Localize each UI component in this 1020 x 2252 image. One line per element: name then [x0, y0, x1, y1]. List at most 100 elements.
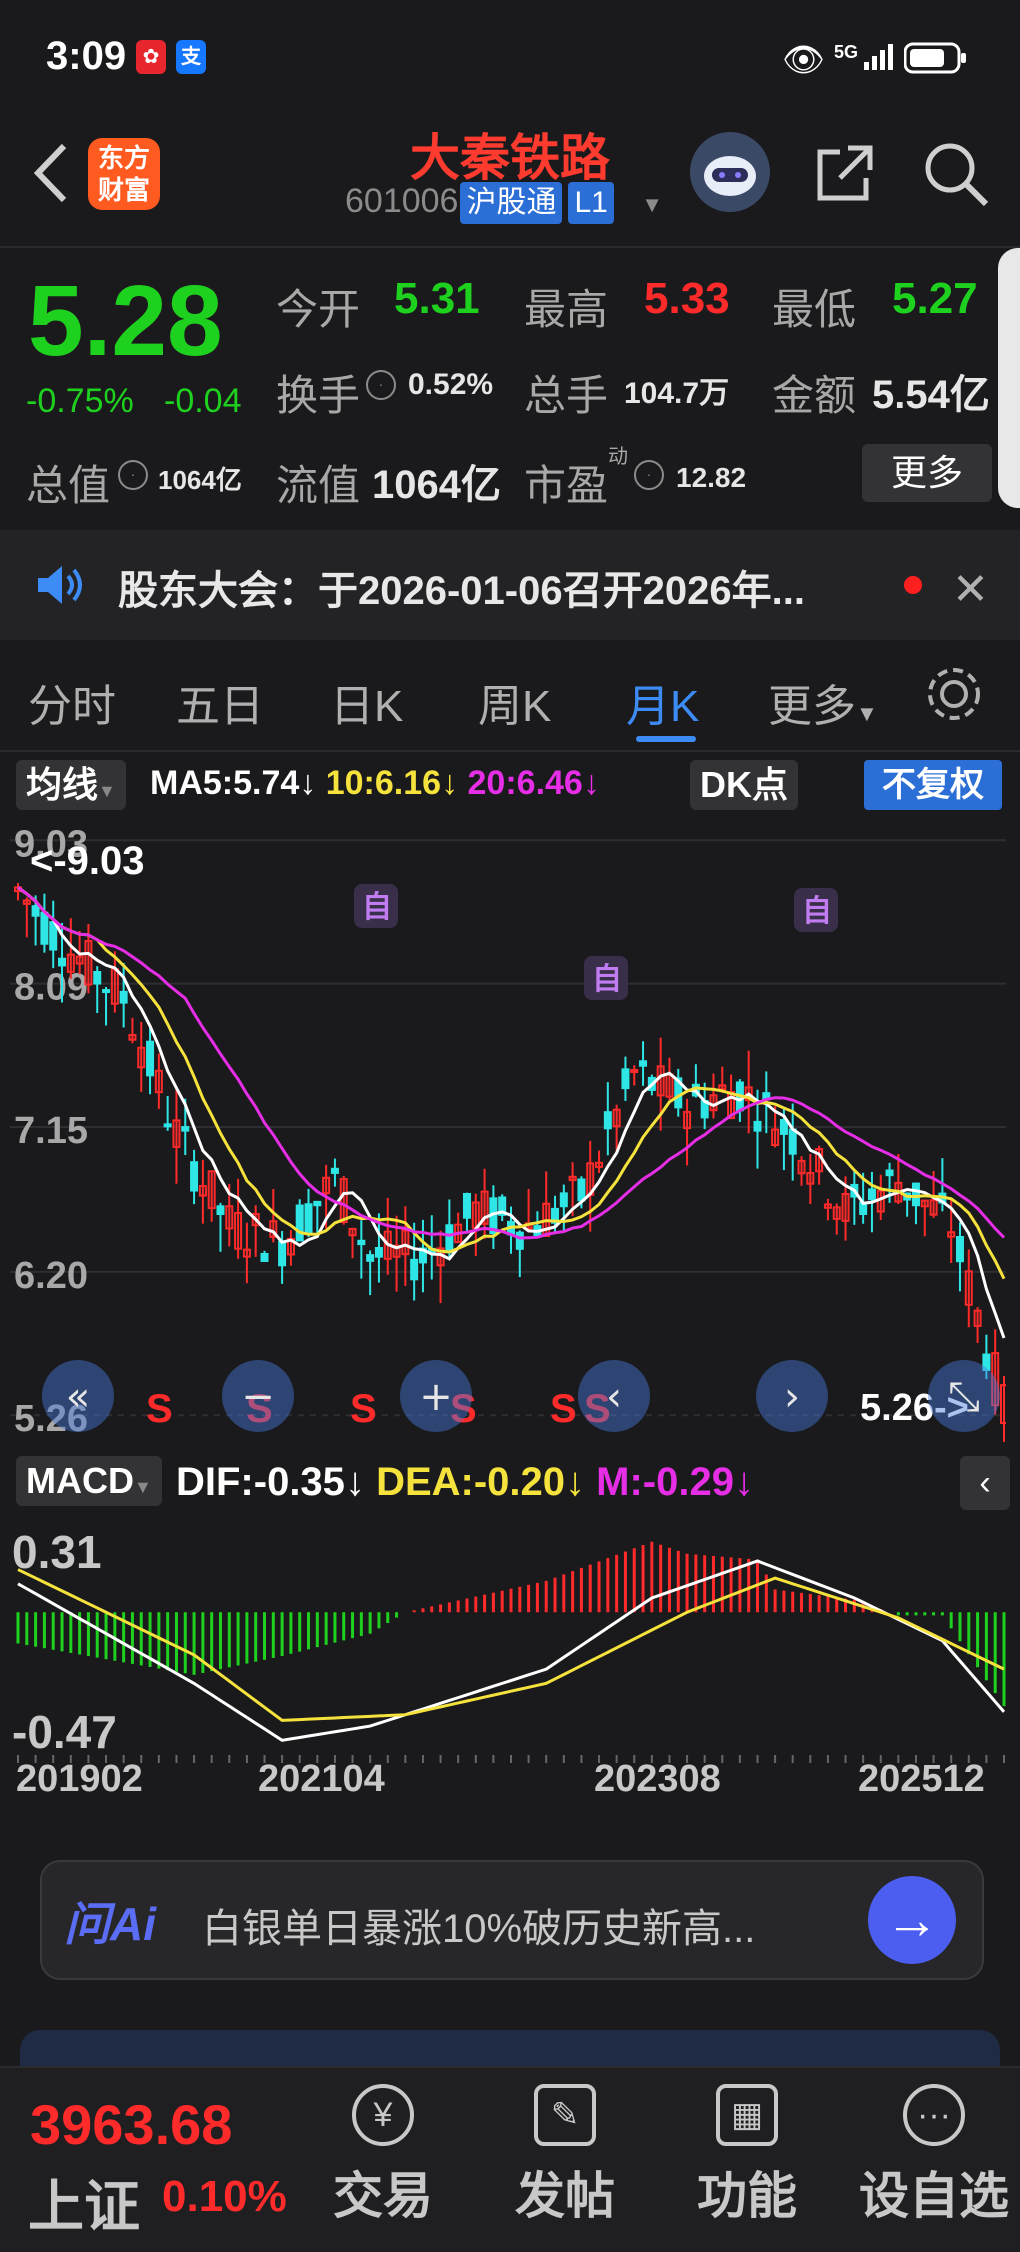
candle-body: [366, 1254, 375, 1262]
svg-text:‹: ‹: [606, 1374, 622, 1420]
zi-marker: 自: [802, 895, 832, 928]
nav-trade[interactable]: ¥ 交易: [308, 2084, 458, 2228]
candle-body: [278, 1240, 287, 1267]
side-drawer-handle[interactable]: [998, 248, 1020, 508]
y-tick-label: 8.09: [14, 967, 88, 1009]
macd-values: DIF:-0.35↓ DEA:-0.20↓ M:-0.29↓: [176, 1460, 754, 1505]
tab-wuri[interactable]: 五日: [176, 670, 264, 734]
macd-selector-label: MACD: [26, 1460, 134, 1501]
x-tick-label: 202104: [258, 1758, 385, 1800]
search-icon[interactable]: [920, 138, 992, 210]
more-quote-button[interactable]: 更多: [862, 444, 992, 502]
change-pct: -0.75%: [26, 382, 134, 420]
info-icon[interactable]: ·: [634, 460, 664, 490]
open-value: 5.31: [394, 274, 480, 323]
macd-y-label: 0.31: [12, 1526, 102, 1578]
candle-body: [955, 1236, 964, 1263]
dk-button[interactable]: DK点: [690, 760, 798, 810]
zoom-in-icon[interactable]: +: [400, 1360, 472, 1432]
ma5-value: MA5:5.74: [150, 764, 300, 802]
scroll-left-icon[interactable]: ‹: [578, 1360, 650, 1432]
chevron-down-icon: ▼: [856, 701, 878, 726]
share-icon[interactable]: [810, 138, 880, 208]
y-tick-label: 7.15: [14, 1110, 88, 1152]
candle-body: [93, 970, 102, 985]
zoom-out-far-icon[interactable]: «: [42, 1360, 114, 1432]
close-icon[interactable]: ✕: [952, 564, 989, 615]
collapse-chevron-icon[interactable]: ‹: [960, 1456, 1010, 1510]
tab-zhouk[interactable]: 周K: [478, 670, 551, 734]
candle-body: [911, 1182, 920, 1207]
s-signal-marker: S: [146, 1387, 173, 1431]
candle-body: [304, 1203, 313, 1234]
scroll-right-icon[interactable]: ›: [756, 1360, 828, 1432]
signal-icon: [862, 42, 896, 72]
tab-yuek[interactable]: 月K: [626, 670, 699, 734]
ma-values: MA5:5.74↓ 10:6.16↓ 20:6.46↓: [150, 764, 600, 803]
expand-icon[interactable]: ⤡: [928, 1360, 1000, 1432]
float-value: 1064亿: [372, 463, 501, 507]
pe-sup: 动: [608, 446, 628, 468]
info-icon[interactable]: ·: [366, 370, 396, 400]
turnover-label: 换手: [276, 372, 361, 419]
nav-post-label: 发帖: [515, 2168, 615, 2224]
zi-marker: 自: [592, 963, 622, 996]
candle-body: [885, 1169, 894, 1177]
settings-gear-icon[interactable]: [924, 664, 984, 724]
nav-functions[interactable]: ▦ 功能: [672, 2084, 822, 2228]
index-ticker[interactable]: 3963.68 上证 0.10%: [0, 2068, 300, 2252]
candle-body: [445, 1224, 454, 1254]
candle-body: [330, 1167, 339, 1174]
pe-value: 12.82: [676, 462, 747, 493]
edit-icon: ✎: [534, 2084, 596, 2146]
zoom-out-icon[interactable]: −: [222, 1360, 294, 1432]
high-value: 5.33: [644, 274, 730, 323]
notice-text: 股东大会：于2026-01-06召开2026年...: [118, 569, 805, 613]
macd-indicator-bar: MACD▼ DIF:-0.35↓ DEA:-0.20↓ M:-0.29↓ ‹: [0, 1446, 1020, 1518]
candle-body: [58, 957, 67, 967]
robot-avatar-icon[interactable]: [690, 132, 770, 212]
candle-body: [630, 1069, 639, 1074]
candle-body: [462, 1192, 471, 1219]
notice-bar[interactable]: 股东大会：于2026-01-06召开2026年... ✕: [0, 530, 1020, 640]
stock-code-bar[interactable]: 601006 沪股通 L1 ▼: [345, 182, 663, 224]
kline-chart[interactable]: 9.038.097.156.205.26 <-9.03自自自SSSSSS5.26…: [10, 822, 1008, 1451]
candle-body: [163, 1123, 172, 1128]
arrow-right-icon[interactable]: →: [868, 1876, 956, 1964]
x-axis: 201902 202104 202308 202512: [0, 1752, 1020, 1822]
ai-news-text: 白银单日暴涨10%破历史新高...: [202, 1907, 756, 1951]
candle-body: [779, 1119, 788, 1135]
macd-y-label: -0.47: [12, 1706, 117, 1750]
change-amount: -0.04: [164, 382, 242, 420]
ma-selector[interactable]: 均线▼: [16, 760, 126, 810]
arrow-down-icon: ↓: [441, 764, 459, 802]
market-tag: 沪股通: [460, 182, 563, 224]
peek-banner[interactable]: [20, 2030, 1000, 2070]
nav-post[interactable]: ✎ 发帖: [490, 2084, 640, 2228]
ai-news-bar[interactable]: 问Ai 白银单日暴涨10%破历史新高... →: [40, 1860, 984, 1980]
macd-chart[interactable]: 0.31 -0.47: [10, 1520, 1006, 1758]
svg-text:+: +: [419, 1374, 453, 1420]
candle-body: [146, 1040, 155, 1077]
amount-value: 5.54亿: [872, 373, 990, 417]
stock-header: 东方 财富 大秦铁路 601006 沪股通 L1 ▼: [0, 118, 1020, 246]
candle-body: [788, 1128, 797, 1155]
candle-body: [559, 1192, 568, 1208]
network-type: 5G: [834, 42, 859, 62]
macd-selector[interactable]: MACD▼: [16, 1456, 162, 1506]
more-dots-icon: ···: [903, 2084, 965, 2146]
nav-functions-label: 功能: [697, 2168, 797, 2224]
fuquan-button[interactable]: 不复权: [864, 760, 1002, 810]
kline-svg: 9.038.097.156.205.26 <-9.03自自自SSSSSS5.26…: [10, 823, 1008, 1451]
nav-watchlist[interactable]: ··· 设自选: [854, 2084, 1014, 2228]
tab-rik[interactable]: 日K: [330, 670, 403, 734]
candle-body: [639, 1060, 648, 1067]
unread-dot: [904, 576, 922, 594]
tab-more[interactable]: 更多▼: [768, 670, 878, 734]
speaker-icon: [34, 562, 86, 608]
tab-fenshi[interactable]: 分时: [28, 670, 116, 734]
arrow-down-icon: ↓: [582, 764, 600, 802]
candle-body: [40, 911, 49, 945]
info-icon[interactable]: ·: [118, 460, 148, 490]
candle-body: [753, 1120, 762, 1132]
